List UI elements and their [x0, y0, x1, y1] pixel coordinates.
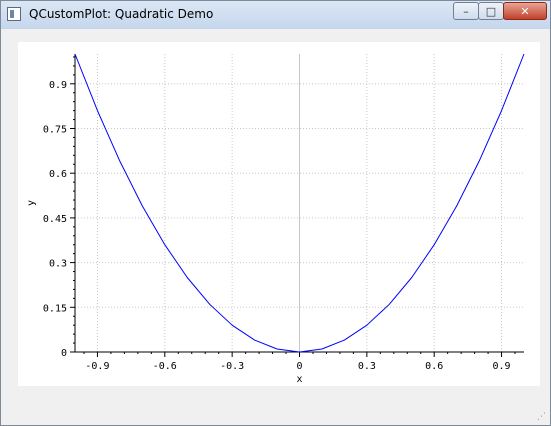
y-tick-label: 0.3 — [49, 259, 67, 270]
x-tick-label: 0.9 — [493, 361, 511, 372]
maximize-button[interactable]: □ — [478, 2, 504, 20]
minimize-icon: – — [463, 4, 469, 18]
close-button[interactable]: ✕ — [503, 2, 547, 20]
maximize-icon: □ — [485, 4, 497, 18]
x-tick-label: 0.3 — [358, 361, 376, 372]
x-axis-label: x — [296, 374, 302, 385]
window-title: QCustomPlot: Quadratic Demo — [29, 7, 214, 21]
app-window: QCustomPlot: Quadratic Demo – □ ✕ -0.9 -0… — [0, 0, 551, 426]
y-tick-label: 0.15 — [43, 303, 67, 314]
y-tick-label: 0.45 — [43, 214, 67, 225]
plot-widget[interactable]: -0.9 -0.6 -0.3 0 0.3 0.6 0.9 0 0.15 0.3 0.45 0.6 0.7… — [18, 42, 540, 386]
title-bar[interactable]: QCustomPlot: Quadratic Demo – □ ✕ — [1, 1, 550, 29]
y-tick-label: 0.6 — [49, 169, 67, 180]
minimize-button[interactable]: – — [453, 2, 479, 20]
y-axis-label: y — [26, 200, 37, 206]
plot-canvas[interactable]: -0.9 -0.6 -0.3 0 0.3 0.6 0.9 0 0.15 0.3 0.45 0.6 0.7… — [18, 42, 540, 386]
app-window-icon — [7, 7, 21, 21]
y-tick-label: 0.9 — [49, 80, 67, 91]
x-tick-label: -0.3 — [220, 361, 244, 372]
close-icon: ✕ — [520, 4, 530, 18]
resize-grip-icon[interactable]: ⋰ — [537, 411, 549, 423]
y-tick-label: 0 — [61, 348, 67, 359]
x-tick-label: 0 — [296, 361, 302, 372]
x-tick-label: -0.9 — [85, 361, 109, 372]
y-tick-label: 0.75 — [43, 125, 67, 136]
x-tick-label: -0.6 — [153, 361, 177, 372]
x-tick-label: 0.6 — [425, 361, 443, 372]
